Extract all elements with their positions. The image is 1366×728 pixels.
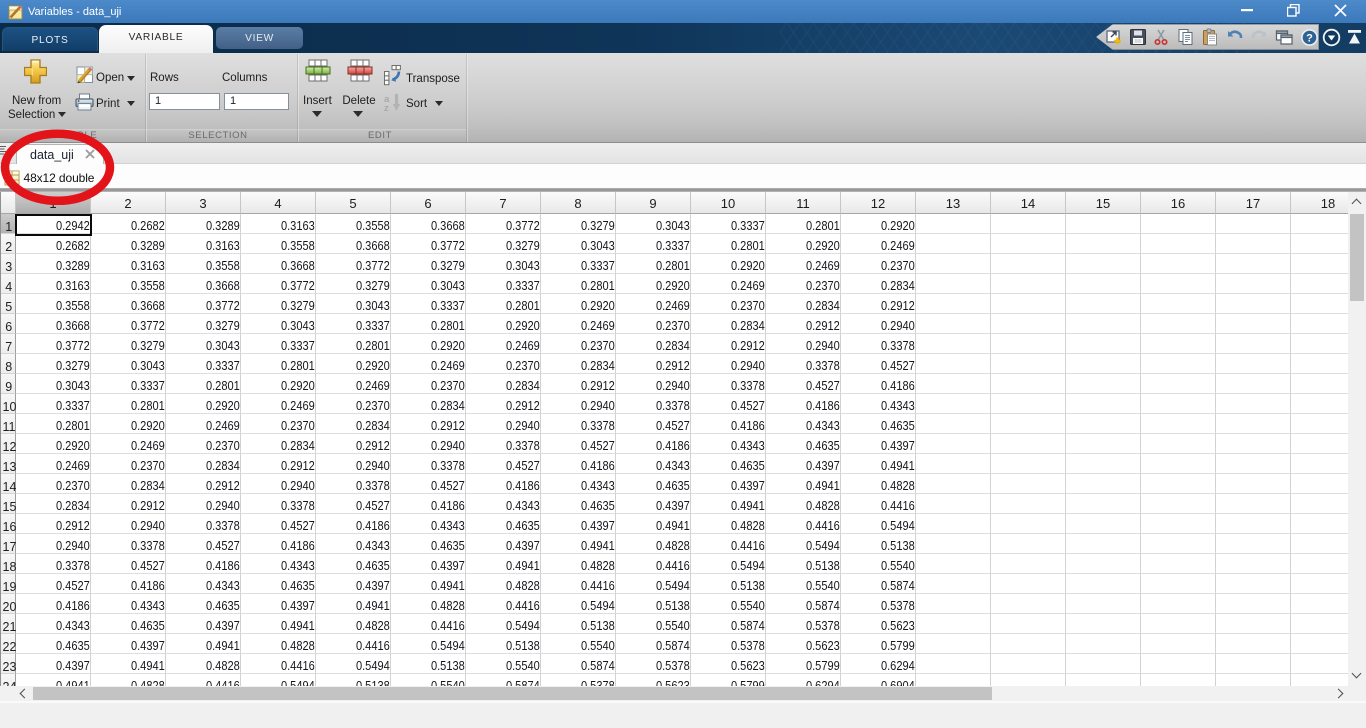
svg-text:z: z bbox=[384, 103, 389, 113]
svg-text:?: ? bbox=[1306, 32, 1313, 44]
